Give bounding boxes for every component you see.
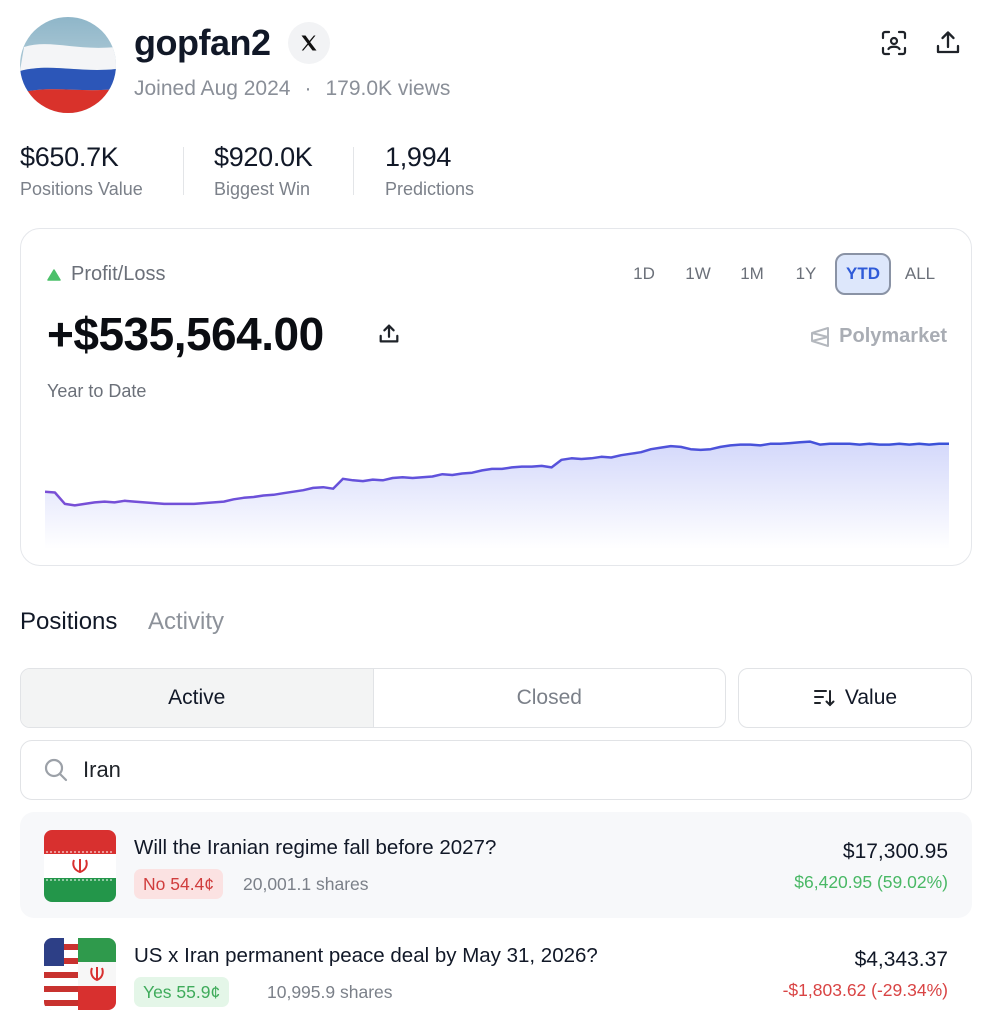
tab-activity[interactable]: Activity	[148, 608, 224, 636]
position-change: $6,420.95 (59.02%)	[794, 872, 948, 892]
range-1d[interactable]: 1D	[619, 253, 669, 295]
position-row[interactable]: Will the Iranian regime fall before 2027…	[20, 812, 972, 918]
range-1w[interactable]: 1W	[673, 253, 723, 295]
share-count: 10,995.9 shares	[267, 982, 393, 1002]
x-logo-icon[interactable]	[288, 22, 330, 64]
stat-label: Predictions	[385, 179, 475, 199]
outcome-badge: Yes 55.9¢	[134, 977, 230, 1007]
outcome-badge: No 54.4¢	[134, 869, 224, 899]
search-box	[20, 740, 972, 800]
sort-label: Value	[844, 686, 898, 709]
sort-button[interactable]: Value	[738, 668, 972, 728]
avatar[interactable]	[20, 17, 116, 113]
stat-predictions: 1,994 Predictions	[385, 142, 474, 200]
stat-value: 1,994	[385, 142, 452, 172]
stat-value: $920.0K	[214, 142, 313, 172]
brand-name: Polymarket	[839, 325, 947, 347]
stat-value: $650.7K	[20, 142, 119, 172]
search-input[interactable]	[83, 757, 923, 783]
position-title[interactable]: Will the Iranian regime fall before 2027…	[134, 836, 496, 860]
search-icon	[44, 758, 68, 782]
joined-date: Joined Aug 2024	[134, 77, 291, 100]
pl-chart[interactable]	[45, 429, 949, 549]
profit-loss-card: Profit/Loss 1D 1W 1M 1Y YTD ALL +$535,56…	[20, 228, 972, 566]
tab-positions[interactable]: Positions	[20, 608, 117, 636]
range-1m[interactable]: 1M	[727, 253, 777, 295]
pl-value: +$535,564.00	[47, 308, 324, 360]
username: gopfan2	[134, 22, 271, 63]
position-title[interactable]: US x Iran permanent peace deal by May 31…	[134, 944, 598, 968]
stat-divider	[353, 147, 354, 195]
range-ytd[interactable]: YTD	[835, 253, 891, 295]
stat-divider	[183, 147, 184, 195]
sort-icon	[813, 690, 835, 707]
scan-face-icon[interactable]	[879, 28, 909, 58]
position-change: -$1,803.62 (-29.34%)	[782, 980, 948, 1000]
position-value: $4,343.37	[854, 948, 948, 971]
filter-active[interactable]: Active	[21, 669, 374, 727]
pl-label: Profit/Loss	[71, 263, 166, 285]
position-row[interactable]: US x Iran permanent peace deal by May 31…	[20, 920, 972, 1024]
stat-biggest-win: $920.0K Biggest Win	[214, 142, 313, 200]
russian-flag-avatar-icon	[20, 17, 116, 113]
status-toggle: Active Closed	[20, 668, 726, 728]
filter-closed[interactable]: Closed	[374, 669, 726, 727]
range-selector: 1D 1W 1M 1Y YTD ALL	[619, 253, 945, 295]
stat-positions-value: $650.7K Positions Value	[20, 142, 143, 200]
pl-header: Profit/Loss	[47, 263, 165, 286]
triangle-up-icon	[47, 268, 61, 281]
pl-period: Year to Date	[47, 381, 147, 401]
chart-area	[45, 441, 949, 549]
view-count: 179.0K views	[325, 77, 451, 100]
share-icon[interactable]	[933, 28, 963, 58]
polymarket-logo-icon	[811, 326, 830, 347]
meta-separator: ·	[304, 77, 312, 100]
profile-meta: Joined Aug 2024 · 179.0K views	[134, 77, 450, 101]
range-all[interactable]: ALL	[895, 253, 945, 295]
range-1y[interactable]: 1Y	[781, 253, 831, 295]
polymarket-brand: Polymarket	[809, 325, 947, 348]
iran-flag-icon	[44, 830, 116, 902]
pl-share-icon[interactable]	[377, 322, 401, 351]
stat-label: Positions Value	[20, 179, 143, 199]
stat-label: Biggest Win	[214, 179, 311, 199]
position-value: $17,300.95	[842, 840, 948, 863]
us-iran-flags-icon	[44, 938, 116, 1010]
share-count: 20,001.1 shares	[243, 874, 369, 894]
